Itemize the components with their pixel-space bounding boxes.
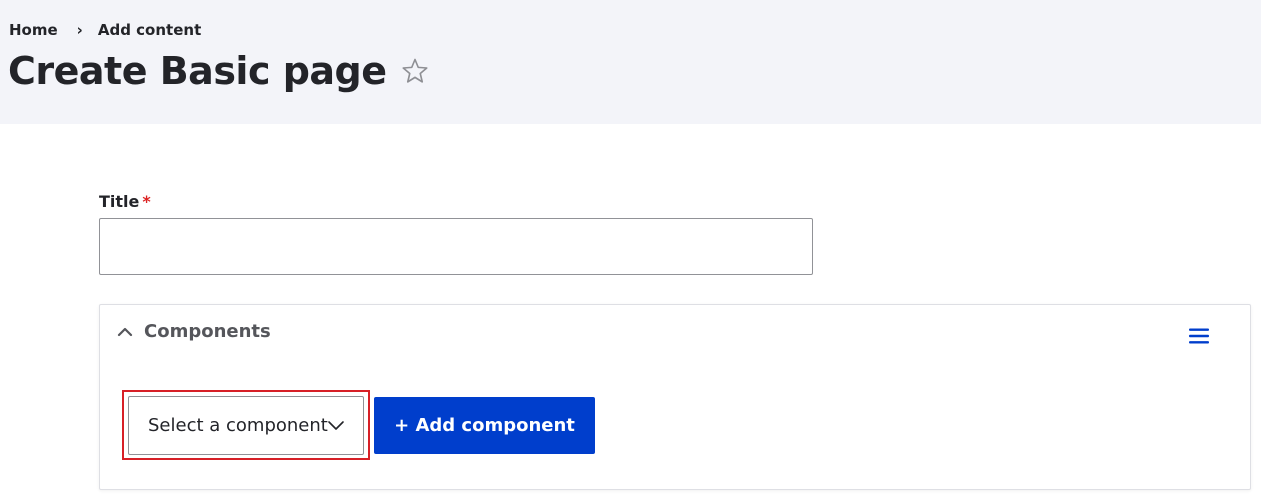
components-title: Components bbox=[144, 321, 271, 342]
chevron-up-icon bbox=[116, 323, 134, 341]
components-toggle[interactable]: Components bbox=[116, 321, 271, 342]
hamburger-menu-icon[interactable] bbox=[1188, 325, 1210, 347]
star-outline-icon[interactable] bbox=[400, 56, 430, 86]
page-title: Create Basic page bbox=[8, 49, 387, 93]
breadcrumb-separator: › bbox=[76, 21, 83, 39]
required-marker: * bbox=[142, 192, 151, 211]
breadcrumb-add-content-link[interactable]: Add content bbox=[98, 21, 201, 39]
add-component-button[interactable]: + Add component bbox=[374, 397, 595, 454]
title-input[interactable] bbox=[99, 218, 813, 275]
page-header: Home › Add content Create Basic page bbox=[0, 0, 1261, 124]
breadcrumb: Home › Add content bbox=[9, 21, 201, 39]
component-select[interactable]: Select a component bbox=[128, 396, 364, 455]
page-title-row: Create Basic page bbox=[8, 45, 430, 97]
breadcrumb-home-link[interactable]: Home bbox=[9, 21, 58, 39]
title-field-label: Title * bbox=[99, 192, 151, 211]
component-select-value: Select a component bbox=[148, 415, 328, 436]
chevron-down-icon bbox=[327, 417, 345, 433]
title-label-text: Title bbox=[99, 192, 140, 211]
components-section: Components Select a component + Add comp… bbox=[99, 304, 1251, 490]
